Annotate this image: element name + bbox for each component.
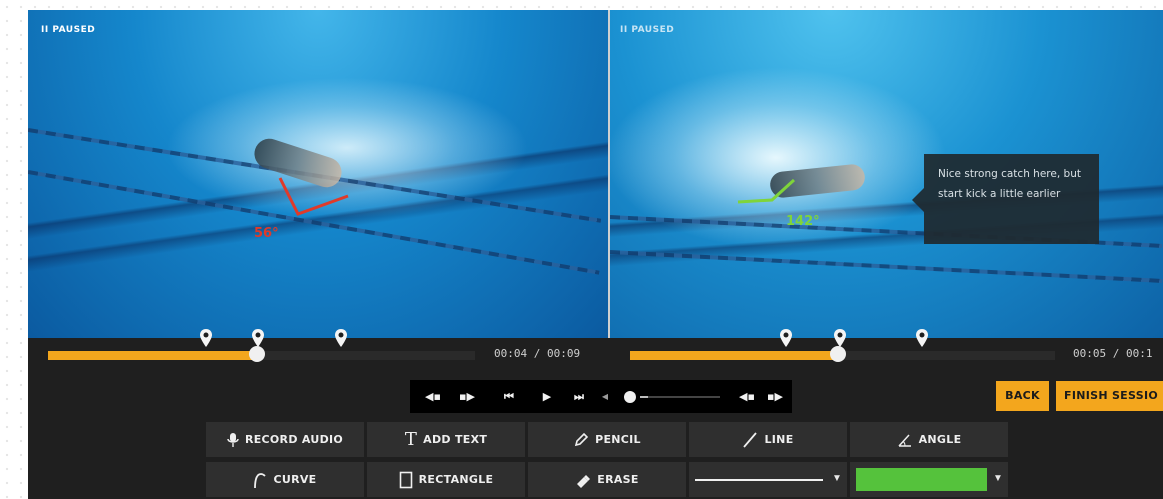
eraser-icon: [577, 474, 591, 488]
prev-marker-button[interactable]: ◀▪: [738, 389, 756, 405]
line-button[interactable]: LINE: [689, 422, 847, 457]
dropdown-arrow-icon: ▼: [832, 473, 842, 484]
left-timecode: 00:04 / 00:09: [494, 347, 581, 360]
next-marker-button[interactable]: ▪▶: [766, 389, 784, 405]
dropdown-arrow-icon: ▼: [993, 473, 1003, 484]
back-button[interactable]: BACK: [996, 381, 1049, 411]
curve-button[interactable]: CURVE: [206, 462, 364, 497]
volume-handle[interactable]: [624, 391, 636, 403]
angle-icon: [898, 433, 911, 447]
skip-forward-button[interactable]: ⏭: [570, 389, 588, 405]
transport-controls: ◀▪ ▪▶ ⏮ ▶ ⏭ ◀ ◀▪ ▪▶: [410, 380, 792, 413]
angle-annotation[interactable]: [736, 178, 816, 218]
right-progress-fill: [630, 351, 838, 360]
rectangle-button[interactable]: RECTANGLE: [367, 462, 525, 497]
volume-icon[interactable]: ◀: [596, 389, 614, 405]
line-label: LINE: [764, 433, 794, 446]
add-text-button[interactable]: T ADD TEXT: [367, 422, 525, 457]
marker-pin-icon[interactable]: [833, 328, 847, 348]
pencil-icon: [575, 432, 589, 446]
video-analysis-app: II PAUSED 56° II PAUSED 142° Nice strong…: [28, 10, 1163, 499]
right-timecode: 00:05 / 00:1: [1073, 347, 1153, 360]
record-audio-label: RECORD AUDIO: [244, 433, 344, 446]
paused-indicator: II PAUSED: [620, 25, 675, 35]
right-video-pane[interactable]: II PAUSED 142° Nice strong catch here, b…: [610, 10, 1163, 338]
comment-callout[interactable]: Nice strong catch here, but start kick a…: [912, 154, 1099, 244]
line-style-sample: [695, 479, 823, 481]
finish-session-button[interactable]: FINISH SESSIO: [1056, 381, 1163, 411]
erase-label: ERASE: [597, 473, 639, 486]
marker-pin-icon[interactable]: [915, 328, 929, 348]
microphone-icon: [227, 432, 239, 447]
rectangle-label: RECTANGLE: [418, 473, 494, 486]
angle-annotation[interactable]: [278, 170, 358, 230]
volume-fill: [640, 396, 648, 398]
text-icon: T: [404, 429, 418, 450]
left-scrub-handle[interactable]: [249, 346, 265, 362]
angle-measure-label: 142°: [786, 214, 820, 229]
curve-icon: [254, 472, 267, 488]
pencil-button[interactable]: PENCIL: [528, 422, 686, 457]
paused-indicator: II PAUSED: [41, 25, 96, 35]
line-style-dropdown[interactable]: ▼: [689, 462, 847, 497]
color-dropdown[interactable]: ▼: [850, 462, 1008, 497]
curve-label: CURVE: [273, 473, 317, 486]
right-scrub-handle[interactable]: [830, 346, 846, 362]
pencil-label: PENCIL: [595, 433, 641, 446]
volume-slider[interactable]: [640, 396, 720, 398]
erase-button[interactable]: ERASE: [528, 462, 686, 497]
marker-pin-icon[interactable]: [334, 328, 348, 348]
next-marker-button[interactable]: ▪▶: [458, 389, 476, 405]
prev-marker-button[interactable]: ◀▪: [424, 389, 442, 405]
angle-label: ANGLE: [918, 433, 962, 446]
marker-pin-icon[interactable]: [251, 328, 265, 348]
line-icon: [743, 431, 758, 448]
left-progress-fill: [48, 351, 257, 360]
angle-button[interactable]: ANGLE: [850, 422, 1008, 457]
left-video-pane[interactable]: II PAUSED 56°: [28, 10, 608, 338]
marker-pin-icon[interactable]: [199, 328, 213, 348]
marker-pin-icon[interactable]: [779, 328, 793, 348]
rectangle-icon: [399, 471, 412, 488]
add-text-label: ADD TEXT: [423, 433, 488, 446]
play-button[interactable]: ▶: [538, 389, 556, 405]
selected-color-swatch: [856, 468, 987, 491]
skip-back-button[interactable]: ⏮: [500, 389, 518, 405]
angle-measure-label: 56°: [254, 226, 279, 241]
record-audio-button[interactable]: RECORD AUDIO: [206, 422, 364, 457]
